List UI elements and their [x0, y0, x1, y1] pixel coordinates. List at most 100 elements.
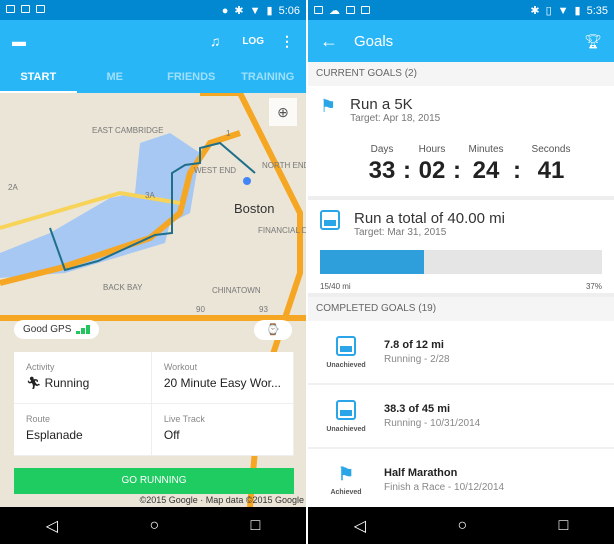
chart-icon [336, 399, 356, 420]
route-value: Esplanade [26, 428, 83, 442]
tab-bar: START ME FRIENDS TRAINING [0, 62, 306, 93]
go-running-button[interactable]: GO RUNNING [14, 468, 294, 494]
route-label: Route [26, 414, 51, 424]
separator: : [403, 157, 411, 184]
signal-icon [76, 325, 91, 334]
map-label: CHINATOWN [212, 286, 261, 295]
map-label: 1 [226, 129, 231, 138]
bluetooth-icon: ✱ [234, 4, 244, 17]
goal-title: 7.8 of 12 mi [384, 339, 444, 351]
live-track-label: Live Track [163, 414, 205, 424]
map-label: 93 [259, 305, 268, 314]
chat-icon[interactable]: ▬ [12, 33, 26, 49]
record-screen: ● ✱ ▼ ▮ 5:06 ▬ ♫ LOG ⋮ START ME FRIENDS TRAI… [0, 0, 306, 544]
vibrate-icon: ▯ [545, 4, 552, 17]
live-track-value: Off [163, 428, 180, 442]
status-bar: ● ✱ ▼ ▮ 5:06 [0, 0, 306, 20]
more-icon[interactable]: ⋮ [280, 33, 294, 50]
wearable-button[interactable]: ⌚ [254, 320, 292, 340]
cloud-icon: ☁ [329, 4, 340, 17]
clock: 5:06 [278, 4, 300, 17]
progress-fill [320, 250, 425, 274]
map-label: 3A [145, 191, 155, 200]
current-goals-header: CURRENT GOALS (2) [308, 62, 614, 86]
wifi-icon: ▼ [557, 4, 569, 17]
music-icon[interactable]: ♫ [210, 33, 221, 49]
hours-label: Hours [418, 144, 446, 155]
goal-status: Unachieved [326, 361, 366, 369]
trophy-icon[interactable]: 🏆︎ [584, 33, 602, 50]
nav-bar: ◁ ○ □ [308, 507, 614, 544]
map-label: NORTH END [262, 161, 306, 170]
completed-goal-row[interactable]: Unachieved 7.8 of 12 mi Running - 2/28 [308, 321, 614, 385]
page-title: Goals [354, 32, 394, 50]
nav-bar: ◁ ○ □ [0, 507, 306, 544]
completed-goal-row[interactable]: ⚑ Achieved Half Marathon Finish a Race - 10… [308, 449, 614, 513]
recents-icon[interactable]: □ [559, 517, 569, 535]
progress-bar [320, 250, 602, 274]
wifi-icon: ▼ [249, 4, 261, 17]
tab-training[interactable]: TRAINING [230, 62, 307, 93]
home-icon[interactable]: ○ [457, 517, 467, 535]
countdown: Days 33 : Hours 02 : Minutes 24 : Seconds 41 [364, 144, 602, 185]
tab-me[interactable]: ME [77, 62, 154, 93]
map-copyright: ©2015 Google · Map data ©2015 Google [139, 495, 304, 505]
workout-label: Workout [163, 362, 198, 372]
seconds-label: Seconds [531, 144, 571, 155]
check-icon [361, 5, 370, 14]
gps-indicator: Good GPS [14, 320, 100, 339]
workout-settings-card: Activity 🏃︎ Running Workout 20 Minute Easy… [14, 352, 294, 456]
activity-selector[interactable]: Activity 🏃︎ Running [14, 352, 152, 404]
progress-percent: 37% [585, 282, 602, 291]
crosshair-icon: ⊕ [277, 104, 289, 120]
goal-run-total[interactable]: Run a total of 40.00 mi Target: Mar 31, 2… [308, 200, 614, 297]
workout-value: 20 Minute Easy Wor... [163, 376, 281, 390]
flag-icon: ⚑ [337, 464, 355, 484]
minutes-value: 24 [472, 157, 500, 184]
completed-goals-header: COMPLETED GOALS (19) [308, 297, 614, 321]
toolbar: ← Goals 🏆︎ [308, 20, 614, 62]
goal-title: Run a total of 40.00 mi [354, 210, 505, 227]
activity-label: Activity [26, 362, 55, 372]
map-label: BACK BAY [103, 283, 143, 292]
back-arrow-icon[interactable]: ← [320, 31, 338, 52]
live-track-selector[interactable]: Live Track Off [151, 404, 294, 456]
tab-friends[interactable]: FRIENDS [153, 62, 230, 93]
check-icon [36, 5, 45, 13]
home-icon[interactable]: ○ [149, 517, 159, 535]
battery-icon: ▮ [574, 4, 581, 17]
map-label: WEST END [194, 166, 236, 175]
map-label: FINANCIAL DISTRICT [258, 226, 306, 235]
chart-icon [320, 210, 340, 230]
status-bar: ☁ ✱ ▯ ▼ ▮ 5:35 [308, 0, 614, 20]
goal-target: Target: Mar 31, 2015 [354, 227, 447, 238]
goal-subtitle: Finish a Race - 10/12/2014 [384, 482, 505, 493]
goal-target: Target: Apr 18, 2015 [350, 113, 441, 124]
battery-icon: ▮ [266, 4, 273, 17]
goal-title: Half Marathon [384, 467, 458, 479]
workout-selector[interactable]: Workout 20 Minute Easy Wor... [151, 352, 294, 404]
goal-subtitle: Running - 2/28 [384, 354, 450, 365]
goal-subtitle: Running - 10/31/2014 [384, 418, 481, 429]
route-selector[interactable]: Route Esplanade [14, 404, 152, 456]
gallery-icon [21, 5, 30, 13]
days-value: 33 [368, 157, 396, 184]
image-icon [6, 5, 15, 13]
log-button[interactable]: LOG [242, 36, 264, 47]
goal-title: 38.3 of 45 mi [384, 403, 451, 415]
separator: : [453, 157, 461, 184]
back-icon[interactable]: ◁ [46, 516, 58, 536]
runner-icon: 🏃︎ [26, 376, 45, 390]
goal-run-5k[interactable]: ⚑ Run a 5K Target: Apr 18, 2015 Days 33 : H… [308, 86, 614, 200]
gps-label: Good GPS [23, 324, 72, 335]
recents-icon[interactable]: □ [251, 517, 261, 535]
minutes-label: Minutes [468, 144, 504, 155]
map-label: 2A [8, 183, 18, 192]
tab-start[interactable]: START [0, 62, 77, 93]
chart-icon [336, 335, 356, 356]
location-icon: ● [221, 4, 229, 17]
map-label: 90 [196, 305, 205, 314]
back-icon[interactable]: ◁ [354, 516, 366, 536]
goal-status: Achieved [330, 489, 362, 496]
completed-goal-row[interactable]: Unachieved 38.3 of 45 mi Running - 10/31/2… [308, 385, 614, 449]
